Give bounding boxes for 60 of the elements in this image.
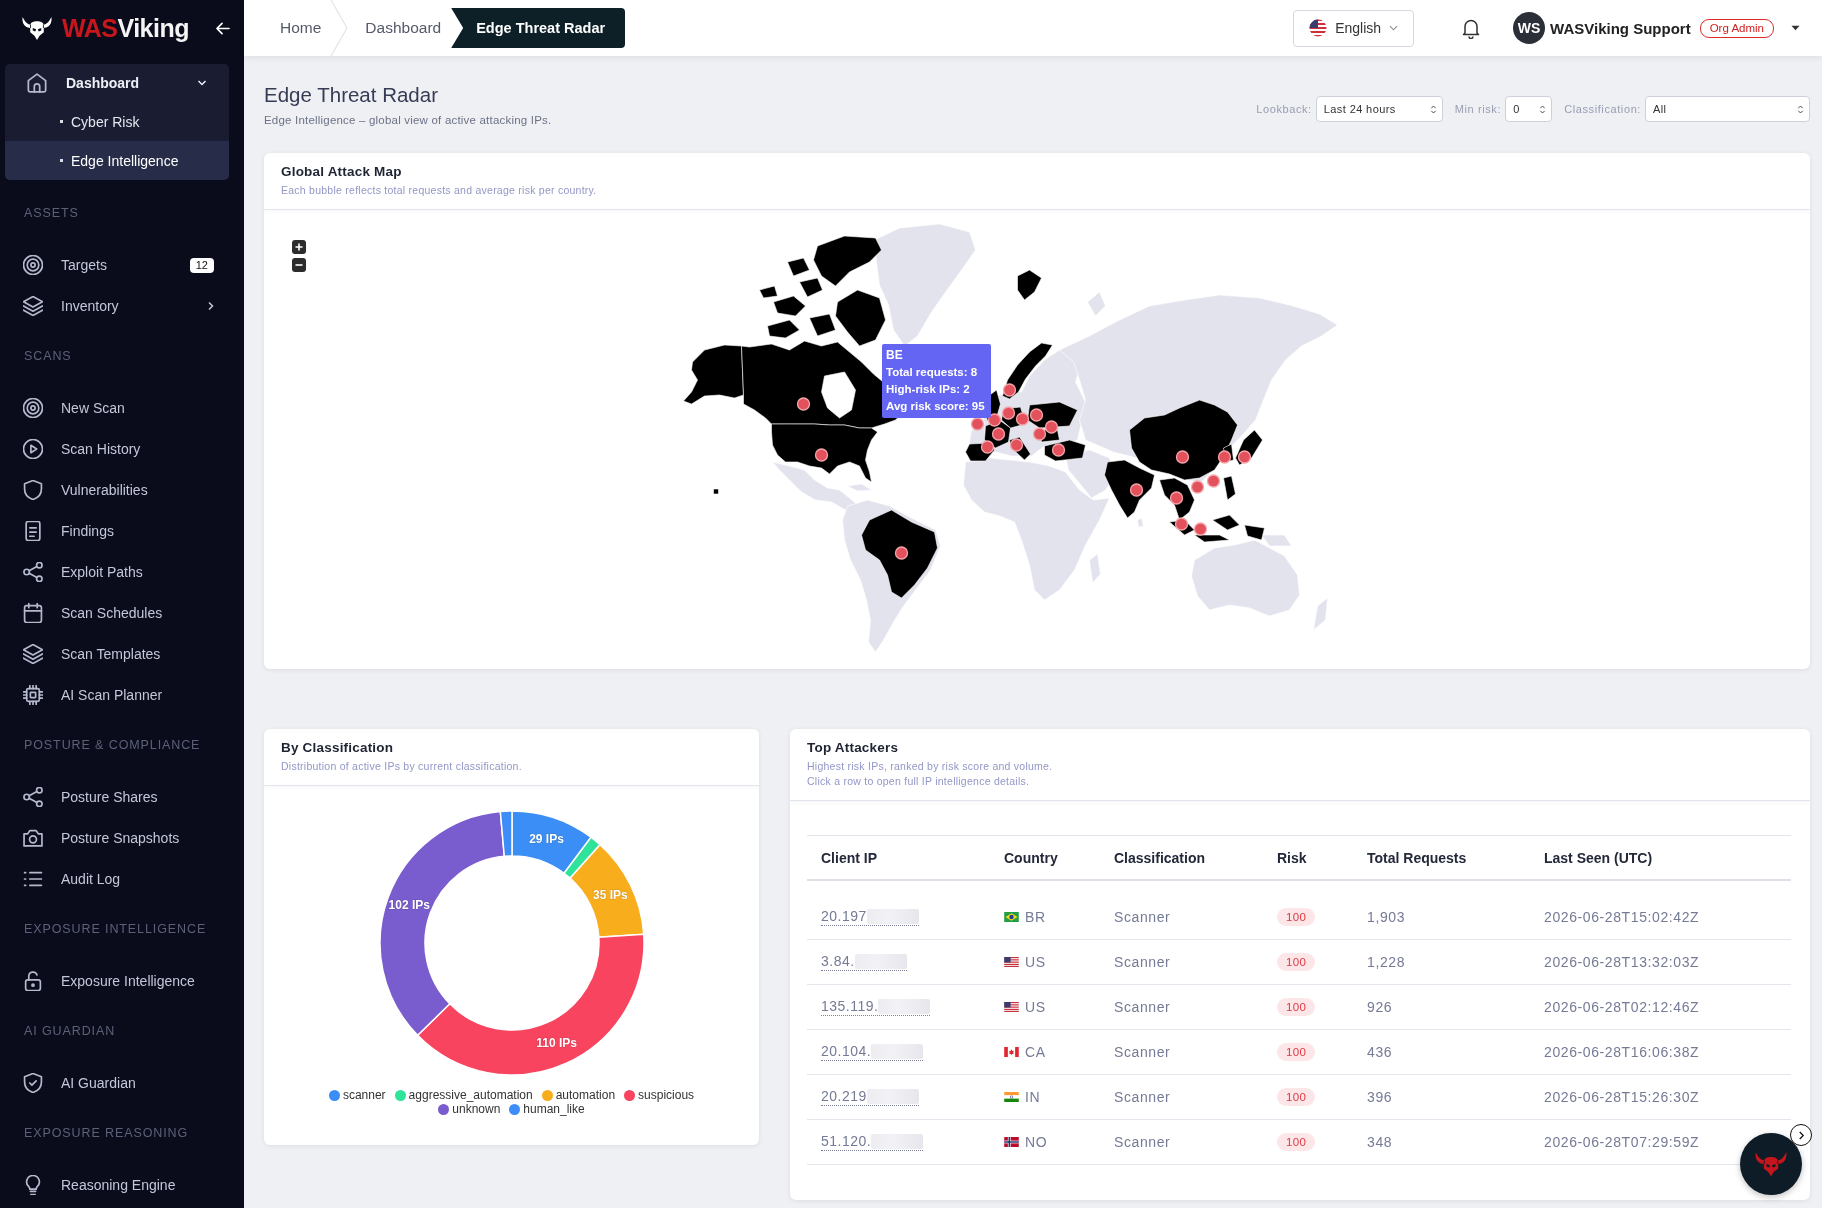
tooltip-line: High-risk IPs: 2 <box>886 382 971 397</box>
tooltip-title: BE <box>886 347 904 364</box>
risk-badge: 100 <box>1277 908 1316 926</box>
card-title: Top Attackers <box>807 739 900 757</box>
classification-text: Scanner <box>1114 999 1171 1015</box>
section-heading: AI GUARDIAN <box>23 1023 117 1040</box>
filter-label: Classification: <box>1564 103 1641 115</box>
section-heading: POSTURE & COMPLIANCE <box>23 737 202 754</box>
request-count: 1,903 <box>1367 909 1406 925</box>
card-title: By Classification <box>281 739 395 757</box>
request-count: 1,228 <box>1367 954 1406 970</box>
user-name: WASViking Support <box>1550 19 1691 37</box>
classification-text: Scanner <box>1114 909 1171 925</box>
request-count: 348 <box>1367 1134 1393 1150</box>
count-badge: 12 <box>189 257 214 273</box>
country-code: US <box>1025 999 1046 1015</box>
card-subtitle: Click a row to open full IP intelligence details. <box>807 774 1031 789</box>
risk-badge: 100 <box>1277 1043 1316 1061</box>
risk-badge: 100 <box>1277 1088 1316 1106</box>
last-seen-time: 2026-06-28T02:12:46Z <box>1544 999 1700 1015</box>
brand-logo-text: WASViking <box>62 13 189 43</box>
risk-badge: 100 <box>1277 1133 1316 1151</box>
page-subtitle: Edge Intelligence – global view of active attacking IPs. <box>264 113 552 128</box>
page-title: Edge Threat Radar <box>264 82 439 108</box>
last-seen-time: 2026-06-28T16:06:38Z <box>1544 1044 1700 1060</box>
classification-text: Scanner <box>1114 1044 1171 1060</box>
country-code: IN <box>1025 1089 1041 1105</box>
classification-text: Scanner <box>1114 1134 1171 1150</box>
card-title: Global Attack Map <box>281 163 403 181</box>
section-heading: SCANS <box>23 348 73 365</box>
country-code: NO <box>1025 1134 1048 1150</box>
country-code: US <box>1025 954 1046 970</box>
filter-label: Min risk: <box>1454 103 1502 115</box>
risk-badge: 100 <box>1277 953 1316 971</box>
country-code: CA <box>1025 1044 1046 1060</box>
filter-label: Lookback: <box>1256 103 1312 115</box>
tooltip-line: Avg risk score: 95 <box>886 399 985 414</box>
slice-value-label: 29 IPs <box>528 832 564 847</box>
last-seen-time: 2026-06-28T15:02:42Z <box>1544 909 1700 925</box>
tooltip-line: Total requests: 8 <box>886 365 979 380</box>
slice-value-label: 102 IPs <box>388 898 430 913</box>
risk-badge: 100 <box>1277 998 1316 1016</box>
last-seen-time: 2026-06-28T07:29:59Z <box>1544 1134 1700 1150</box>
classification-text: Scanner <box>1114 1089 1171 1105</box>
section-heading: ASSETS <box>23 205 80 222</box>
card-subtitle: Each bubble reflects total requests and average risk per country. <box>281 183 598 198</box>
request-count: 926 <box>1367 999 1393 1015</box>
card-subtitle: Distribution of active IPs by current classification. <box>281 759 523 774</box>
last-seen-time: 2026-06-28T15:26:30Z <box>1544 1089 1700 1105</box>
section-heading: EXPOSURE REASONING <box>23 1125 190 1142</box>
request-count: 436 <box>1367 1044 1393 1060</box>
last-seen-time: 2026-06-28T13:32:03Z <box>1544 954 1700 970</box>
classification-text: Scanner <box>1114 954 1171 970</box>
slice-value-label: 110 IPs <box>535 1035 577 1050</box>
request-count: 396 <box>1367 1089 1393 1105</box>
slice-value-label: 35 IPs <box>592 888 628 902</box>
role-badge: Org Admin <box>1699 18 1774 38</box>
section-heading: EXPOSURE INTELLIGENCE <box>23 921 208 938</box>
card-subtitle: Highest risk IPs, ranked by risk score and volume. <box>807 759 1054 774</box>
country-code: BR <box>1025 909 1046 925</box>
